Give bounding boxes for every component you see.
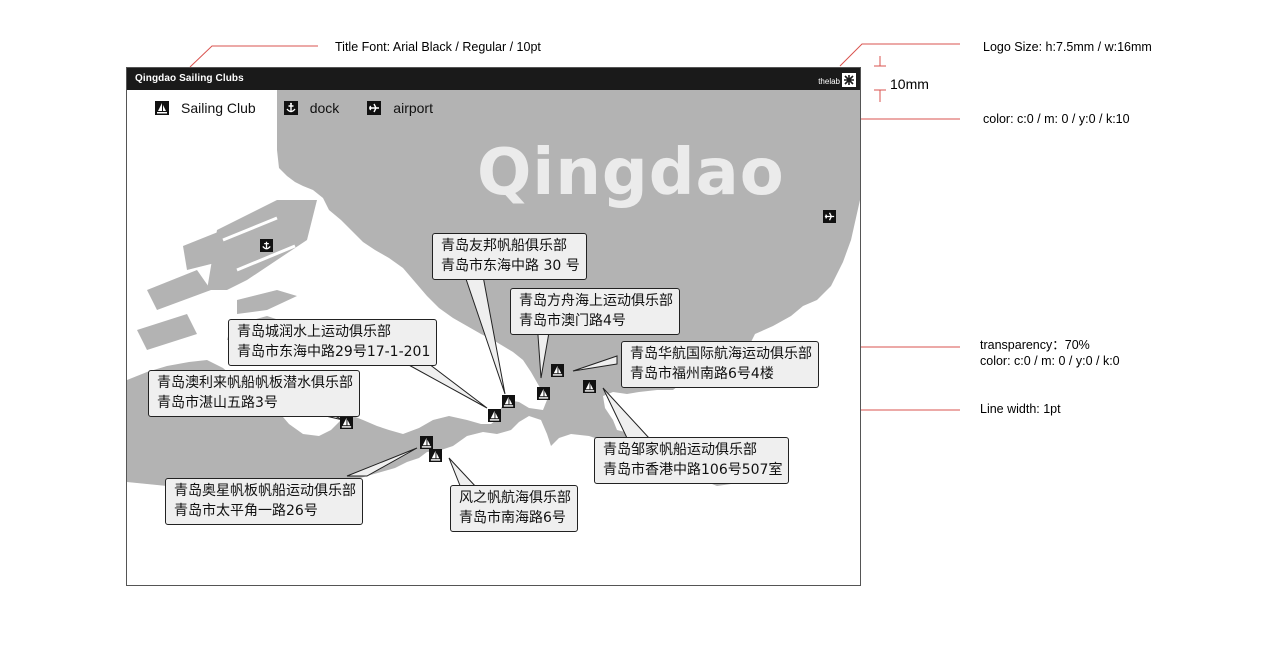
club-name: 风之帆航海俱乐部 xyxy=(459,490,571,506)
club-label[interactable]: 青岛华航国际航海运动俱乐部 青岛市福州南路6号4楼 xyxy=(621,341,819,388)
sailboat-icon[interactable] xyxy=(551,364,564,377)
club-name: 青岛邹家帆船运动俱乐部 xyxy=(603,442,757,458)
club-name: 青岛澳利来帆船帆板潜水俱乐部 xyxy=(157,375,353,391)
transparency-note: transparency：70% xyxy=(980,338,1090,352)
club-label[interactable]: 青岛方舟海上运动俱乐部 青岛市澳门路4号 xyxy=(510,288,680,335)
sailboat-icon[interactable] xyxy=(537,387,550,400)
sailboat-icon[interactable] xyxy=(583,380,596,393)
bar-height-note: 10mm xyxy=(890,76,929,92)
sailboat-icon[interactable] xyxy=(488,409,501,422)
club-label[interactable]: 风之帆航海俱乐部 青岛市南海路6号 xyxy=(450,485,578,532)
sailboat-icon[interactable] xyxy=(340,416,353,429)
club-name: 青岛方舟海上运动俱乐部 xyxy=(519,293,673,309)
map-color-note: color: c:0 / m: 0 / y:0 / k:10 xyxy=(983,112,1130,126)
club-label[interactable]: 青岛城润水上运动俱乐部 青岛市东海中路29号17-1-201 xyxy=(228,319,438,366)
club-address: 青岛市南海路6号 xyxy=(459,510,566,526)
sailboat-icon[interactable] xyxy=(429,449,442,462)
box-color-note: color: c:0 / m: 0 / y:0 / k:0 xyxy=(980,354,1120,368)
line-width-note: Line width: 1pt xyxy=(980,402,1061,416)
club-address: 青岛市东海中路 30 号 xyxy=(441,258,580,274)
club-label[interactable]: 青岛友邦帆船俱乐部 青岛市东海中路 30 号 xyxy=(432,233,587,280)
club-label[interactable]: 青岛澳利来帆船帆板潜水俱乐部 青岛市湛山五路3号 xyxy=(148,370,360,417)
club-address: 青岛市澳门路4号 xyxy=(519,313,626,329)
club-address: 青岛市湛山五路3号 xyxy=(157,395,278,411)
club-address: 青岛市太平角一路26号 xyxy=(174,503,318,519)
club-name: 青岛奥星帆板帆船运动俱乐部 xyxy=(174,483,356,499)
map-frame: Qingdao Qingdao Sailing Clubs thelab Sai… xyxy=(126,67,861,586)
title-font-note: Title Font: Arial Black / Regular / 10pt xyxy=(335,40,541,54)
club-name: 青岛友邦帆船俱乐部 xyxy=(441,238,567,254)
sailboat-icon[interactable] xyxy=(502,395,515,408)
club-label[interactable]: 青岛奥星帆板帆船运动俱乐部 青岛市太平角一路26号 xyxy=(165,478,363,525)
club-address: 青岛市东海中路29号17-1-201 xyxy=(237,344,431,360)
sailboat-icon[interactable] xyxy=(420,436,433,449)
club-label[interactable]: 青岛邹家帆船运动俱乐部 青岛市香港中路106号507室 xyxy=(594,437,790,484)
club-name: 青岛华航国际航海运动俱乐部 xyxy=(630,346,812,362)
club-address: 青岛市香港中路106号507室 xyxy=(603,462,783,478)
logo-size-note: Logo Size: h:7.5mm / w:16mm xyxy=(983,40,1152,54)
club-name: 青岛城润水上运动俱乐部 xyxy=(237,324,391,340)
club-address: 青岛市福州南路6号4楼 xyxy=(630,366,774,382)
